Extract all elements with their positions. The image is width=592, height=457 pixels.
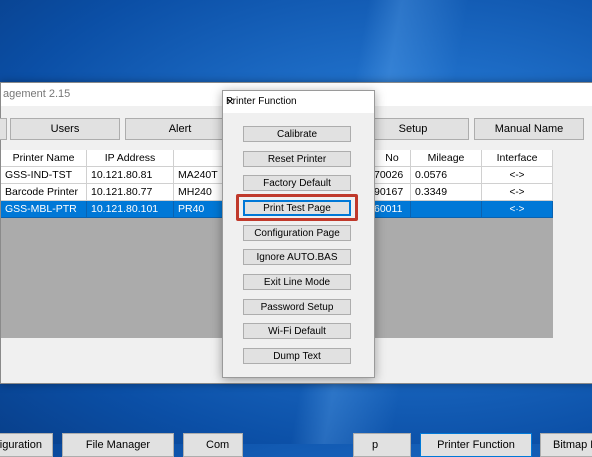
configuration-button[interactable]: onfiguration	[0, 433, 53, 457]
cell-interface: <->	[482, 167, 553, 184]
column-header-ip-address[interactable]: IP Address	[87, 150, 174, 167]
cell-printer-name: Barcode Printer	[1, 184, 87, 201]
reset-printer-button[interactable]: Reset Printer	[243, 151, 351, 167]
factory-default-button[interactable]: Factory Default	[243, 175, 351, 191]
exit-line-mode-button[interactable]: Exit Line Mode	[243, 274, 351, 290]
cell-ip-address: 10.121.80.101	[87, 201, 174, 218]
file-manager-button[interactable]: File Manager	[62, 433, 174, 457]
dump-text-button[interactable]: Dump Text	[243, 348, 351, 364]
cell-interface: <->	[482, 184, 553, 201]
toolbar-button-left-edge[interactable]	[0, 118, 7, 140]
wifi-default-button[interactable]: Wi-Fi Default	[243, 323, 351, 339]
cell-printer-name: GSS-IND-TST	[1, 167, 87, 184]
column-header-mileage[interactable]: Mileage	[411, 150, 482, 167]
cell-mileage: 0.3349	[411, 184, 482, 201]
cell-printer-name: GSS-MBL-PTR	[1, 201, 87, 218]
alert-button[interactable]: Alert	[125, 118, 235, 140]
cell-no: 60011	[374, 201, 411, 218]
printer-function-dialog: Printer Function ✕ Calibrate Reset Print…	[222, 90, 375, 378]
users-button[interactable]: Users	[10, 118, 120, 140]
ignore-auto-bas-button[interactable]: Ignore AUTO.BAS	[243, 249, 351, 265]
printer-function-button[interactable]: Printer Function	[420, 433, 532, 457]
dialog-titlebar: Printer Function ✕	[223, 91, 374, 113]
configuration-page-button[interactable]: Configuration Page	[243, 225, 351, 241]
cell-no: 90167	[374, 184, 411, 201]
cell-mileage: 0.0576	[411, 167, 482, 184]
window-title: agement 2.15	[3, 88, 71, 100]
cell-mileage	[411, 201, 482, 218]
bitmap-font-button[interactable]: Bitmap Fo	[540, 433, 592, 457]
column-header-no[interactable]: No	[374, 150, 411, 167]
close-icon[interactable]: ✕	[226, 96, 368, 110]
partial-button[interactable]: p	[353, 433, 411, 457]
cell-ip-address: 10.121.80.81	[87, 167, 174, 184]
manual-name-button[interactable]: Manual Name	[474, 118, 584, 140]
password-setup-button[interactable]: Password Setup	[243, 299, 351, 315]
column-header-printer-name[interactable]: Printer Name	[1, 150, 87, 167]
cell-ip-address: 10.121.80.77	[87, 184, 174, 201]
calibrate-button[interactable]: Calibrate	[243, 126, 351, 142]
cell-no: 70026	[374, 167, 411, 184]
com-button[interactable]: Com	[183, 433, 243, 457]
highlight-callout-box	[236, 194, 358, 221]
cell-interface: <·>	[482, 201, 553, 218]
column-header-interface[interactable]: Interface	[482, 150, 553, 167]
